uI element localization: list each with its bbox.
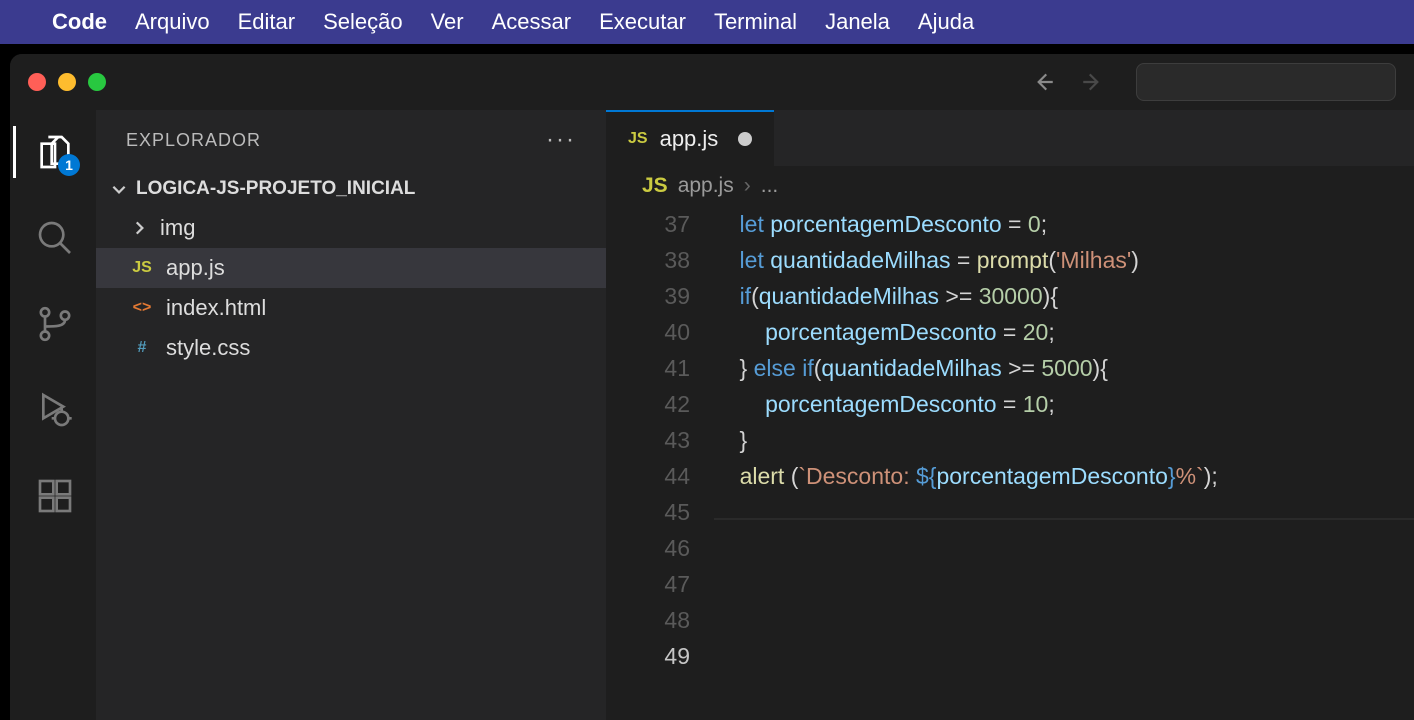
activity-bar: 1 [10,110,96,720]
menu-item[interactable]: Acessar [492,9,571,35]
file-tree: imgJS app.js <> index.html # style.css [96,208,606,368]
window-controls [28,73,106,91]
play-bug-icon [35,390,75,430]
tree-item[interactable]: <> index.html [96,288,606,328]
menu-item[interactable]: Ver [431,9,464,35]
sidebar-header: EXPLORADOR ··· [96,110,606,170]
nav-arrows [1030,69,1106,95]
html-file-icon: <> [130,296,154,320]
chevron-down-icon [110,180,128,198]
titlebar [10,54,1414,110]
editor-tabs: JS app.js [606,110,1414,166]
search-icon [35,218,75,258]
activity-run-debug[interactable] [13,384,96,436]
breadcrumb-separator-icon: › [744,174,751,198]
project-name: LOGICA-JS-PROJETO_INICIAL [136,178,415,200]
breadcrumb-rest: ... [761,174,779,198]
tree-item-label: index.html [166,295,266,321]
explorer-sidebar: EXPLORADOR ··· LOGICA-JS-PROJETO_INICIAL… [96,110,606,720]
nav-back-icon[interactable] [1030,69,1056,95]
editor-area: JS app.js JS app.js › ... 37383940414243… [606,110,1414,720]
git-branch-icon [35,304,75,344]
explorer-badge: 1 [58,154,80,176]
activity-search[interactable] [13,212,96,264]
project-root[interactable]: LOGICA-JS-PROJETO_INICIAL [96,170,606,208]
command-center-search[interactable] [1136,63,1396,101]
menu-item[interactable]: Editar [238,9,295,35]
menu-item[interactable]: Janela [825,9,890,35]
extensions-icon [35,476,75,516]
minimize-window-button[interactable] [58,73,76,91]
tree-item[interactable]: img [96,208,606,248]
js-file-icon: JS [130,256,154,280]
tree-item-label: app.js [166,255,225,281]
tree-item[interactable]: # style.css [96,328,606,368]
zoom-window-button[interactable] [88,73,106,91]
mac-menubar: Code Arquivo Editar Seleção Ver Acessar … [0,0,1414,44]
tree-item-label: style.css [166,335,250,361]
css-file-icon: # [130,336,154,360]
editor-tab[interactable]: JS app.js [606,110,774,166]
menu-item[interactable]: Ajuda [918,9,974,35]
nav-forward-icon[interactable] [1080,69,1106,95]
code-editor[interactable]: 37383940414243444546474849 let porcentag… [606,206,1414,720]
code-lines[interactable]: let porcentagemDesconto = 0; let quantid… [714,206,1414,720]
menu-item[interactable]: Executar [599,9,686,35]
breadcrumb[interactable]: JS app.js › ... [606,166,1414,206]
tab-label: app.js [660,126,719,152]
vscode-window: 1 EXPLORADOR ··· LOGICA-JS-PROJ [10,54,1414,720]
sidebar-title: EXPLORADOR [126,130,261,151]
menu-app-name[interactable]: Code [52,9,107,35]
menu-item[interactable]: Arquivo [135,9,210,35]
tree-item-label: img [160,215,195,241]
line-gutter: 37383940414243444546474849 [606,206,714,720]
menu-item[interactable]: Seleção [323,9,403,35]
activity-source-control[interactable] [13,298,96,350]
close-window-button[interactable] [28,73,46,91]
sidebar-more-icon[interactable]: ··· [546,126,576,154]
menu-item[interactable]: Terminal [714,9,797,35]
unsaved-indicator-icon[interactable] [738,132,752,146]
breadcrumb-file: app.js [678,174,734,198]
tree-item[interactable]: JS app.js [96,248,606,288]
activity-extensions[interactable] [13,470,96,522]
chevron-right-icon [130,219,148,237]
activity-explorer[interactable]: 1 [13,126,96,178]
js-file-icon: JS [628,130,648,148]
js-file-icon: JS [642,174,668,198]
